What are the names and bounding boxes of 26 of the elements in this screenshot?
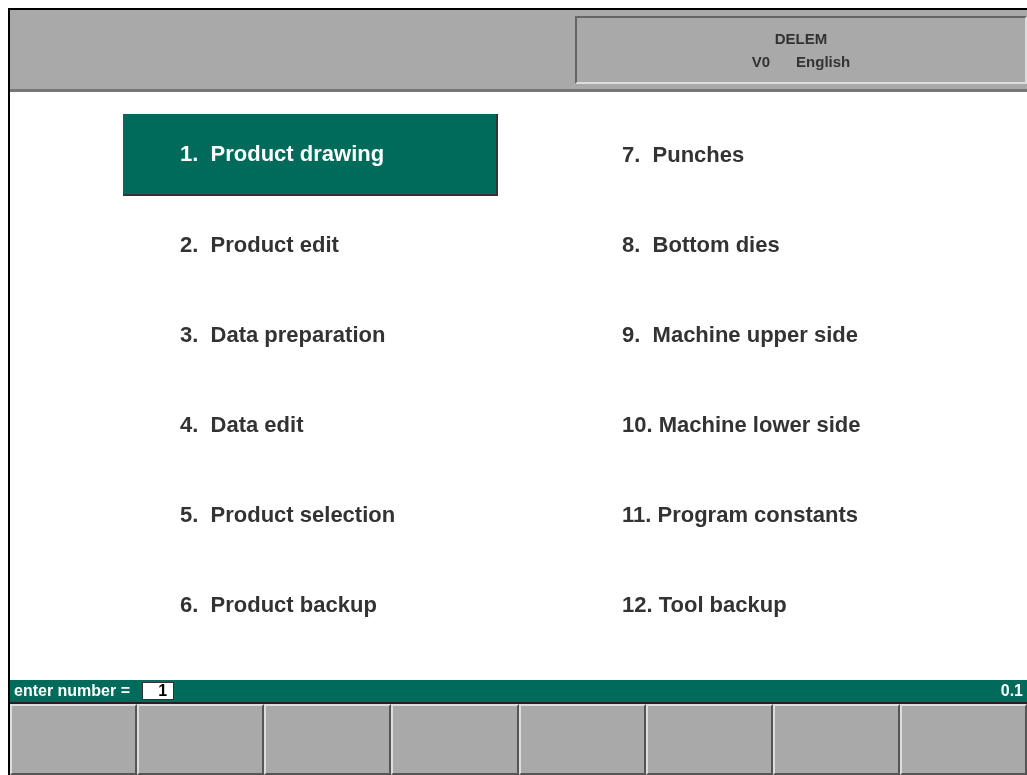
number-field[interactable]: 1 (142, 682, 175, 700)
menu-item[interactable]: 7. Punches (500, 114, 1027, 196)
brand-label: DELEM (774, 30, 828, 47)
menu-item[interactable]: 1. Product drawing (123, 114, 498, 196)
version-number: 0.1 (1000, 682, 1024, 700)
menu-item[interactable]: 12. Tool backup (500, 564, 1027, 646)
softkey-button[interactable] (899, 704, 1027, 775)
softkey-button[interactable] (645, 704, 773, 775)
softkey-button[interactable] (391, 704, 519, 775)
softkey-button[interactable] (264, 704, 392, 775)
prompt-label: enter number = (14, 682, 131, 700)
version-label: V0 (751, 53, 771, 70)
menu-item[interactable]: 9. Machine upper side (500, 294, 1027, 376)
softkey-button[interactable] (518, 704, 646, 775)
softkey-button[interactable] (137, 704, 265, 775)
menu-item[interactable]: 11. Program constants (500, 474, 1027, 556)
menu-item[interactable]: 10. Machine lower side (500, 384, 1027, 466)
softkey-button[interactable] (10, 704, 138, 775)
menu-item[interactable]: 5. Product selection (123, 474, 498, 556)
softkey-button[interactable] (772, 704, 900, 775)
menu-item[interactable]: 2. Product edit (123, 204, 498, 286)
menu-item[interactable]: 3. Data preparation (123, 294, 498, 376)
menu-item[interactable]: 6. Product backup (123, 564, 498, 646)
menu-item[interactable]: 8. Bottom dies (500, 204, 1027, 286)
menu-item[interactable]: 4. Data edit (123, 384, 498, 466)
language-label: English (796, 53, 851, 70)
